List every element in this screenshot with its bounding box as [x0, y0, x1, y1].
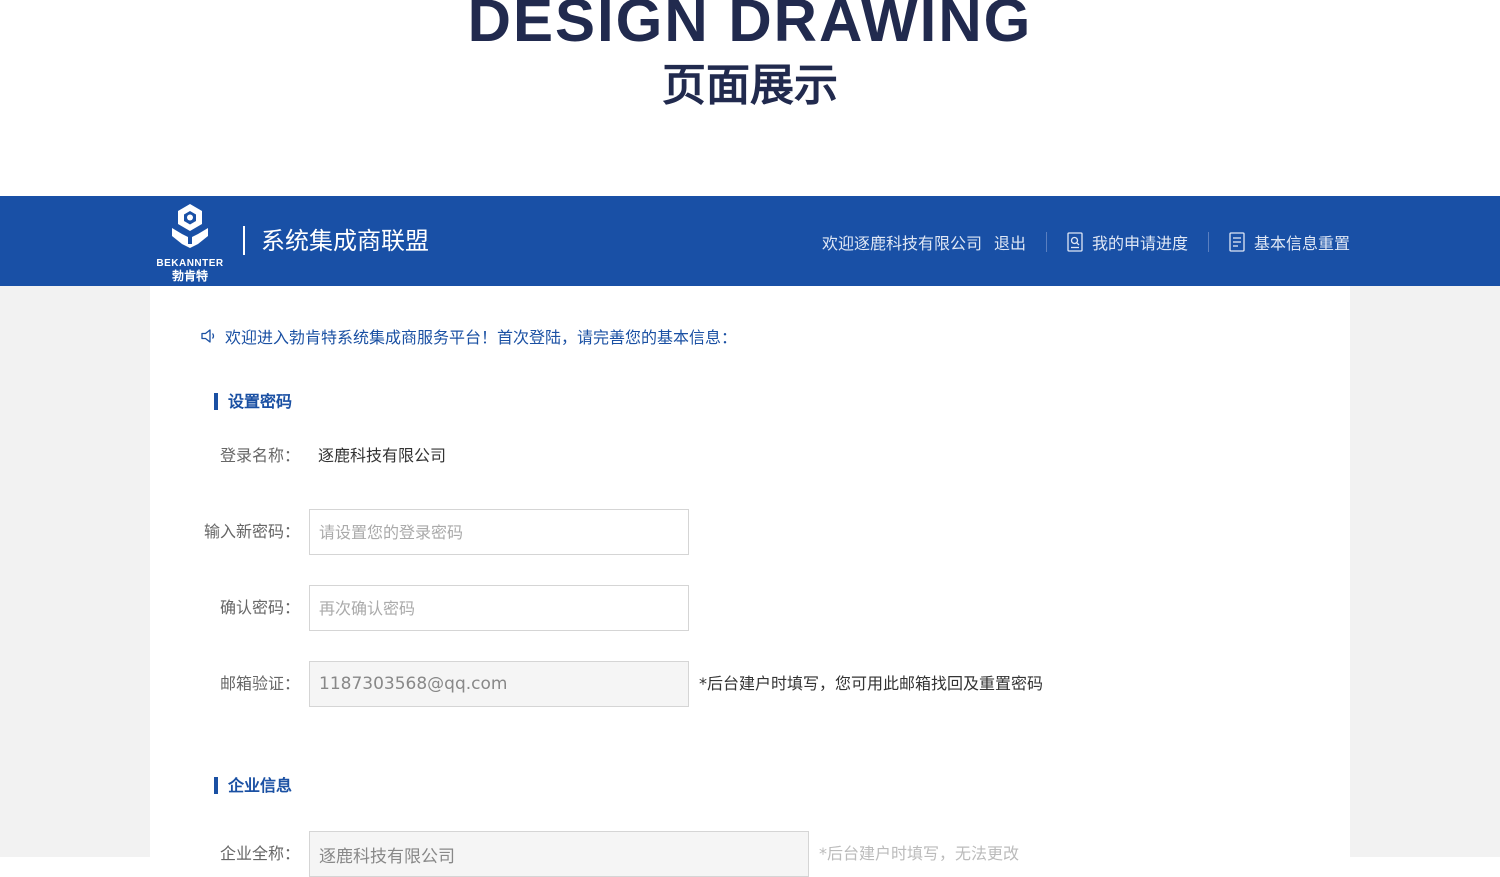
company-fullname-hint: *后台建户时填写，无法更改: [819, 844, 1020, 863]
application-progress-link[interactable]: 我的申请进度: [1067, 230, 1188, 254]
new-password-input[interactable]: [309, 509, 689, 555]
login-name-label: 登录名称：: [219, 446, 300, 465]
page-background: 欢迎进入勃肯特系统集成商服务平台！首次登陆，请完善您的基本信息： 设置密码 登录…: [0, 286, 1500, 877]
welcome-notice-text: 欢迎进入勃肯特系统集成商服务平台！首次登陆，请完善您的基本信息：: [225, 328, 738, 347]
welcome-notice: 欢迎进入勃肯特系统集成商服务平台！首次登陆，请完善您的基本信息：: [200, 324, 737, 348]
hero-banner: DESIGN DRAWING 页面展示: [0, 0, 1500, 196]
section-title-company: 企业信息: [214, 777, 292, 794]
top-navigation-bar: BEKANNTER 勃肯特 系统集成商联盟 欢迎逐鹿科技有限公司 退出 我的申请…: [0, 196, 1500, 286]
logo-chinese-text: 勃肯特: [171, 269, 208, 283]
email-input[interactable]: [309, 661, 689, 707]
nav-divider: [1207, 232, 1209, 252]
application-progress-label: 我的申请进度: [1091, 234, 1188, 253]
basic-info-reset-label: 基本信息重置: [1253, 234, 1350, 253]
logo-mark-icon: [172, 204, 208, 248]
list-document-icon: [1229, 232, 1245, 252]
logout-link[interactable]: 退出: [994, 230, 1026, 254]
company-fullname-input[interactable]: [309, 831, 809, 877]
brand-divider: [243, 226, 245, 255]
confirm-password-input[interactable]: [309, 585, 689, 631]
section-title-password: 设置密码: [214, 393, 292, 410]
welcome-text: 欢迎逐鹿科技有限公司: [821, 234, 982, 253]
nav-divider: [1045, 232, 1047, 252]
confirm-password-label: 确认密码：: [219, 598, 300, 617]
basic-info-reset-link[interactable]: 基本信息重置: [1229, 230, 1350, 254]
new-password-label: 输入新密码：: [203, 522, 300, 541]
progress-document-icon: [1067, 232, 1083, 252]
email-label: 邮箱验证：: [219, 674, 300, 693]
brand-name: 系统集成商联盟: [261, 227, 429, 255]
brand-logo[interactable]: BEKANNTER 勃肯特: [150, 202, 230, 283]
header-nav: 欢迎逐鹿科技有限公司 退出 我的申请进度 基本信息重置: [822, 230, 1350, 254]
email-hint: *后台建户时填写，您可用此邮箱找回及重置密码: [699, 674, 1044, 693]
company-fullname-label: 企业全称：: [219, 844, 300, 863]
login-name-value: 逐鹿科技有限公司: [318, 446, 447, 465]
speaker-icon: [201, 329, 215, 343]
hero-subtitle: 页面展示: [662, 60, 838, 111]
hero-title: DESIGN DRAWING: [467, 0, 1033, 54]
form-panel: 欢迎进入勃肯特系统集成商服务平台！首次登陆，请完善您的基本信息： 设置密码 登录…: [150, 286, 1350, 877]
